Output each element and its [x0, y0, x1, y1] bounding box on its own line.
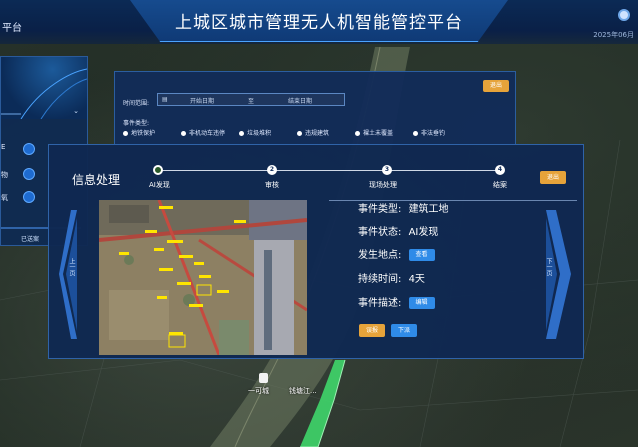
- document-icon: [23, 143, 35, 155]
- time-range-label: 时间范围:: [123, 100, 150, 107]
- edit-description-button[interactable]: 编辑: [408, 297, 435, 309]
- chevron-down-icon[interactable]: ⌄: [73, 107, 79, 115]
- duration-label: 持续时间:: [358, 274, 402, 285]
- globe-graphic: ⌄: [1, 57, 87, 119]
- page-title: 上城区城市管理无人机智能管控平台: [175, 13, 463, 33]
- location-label: 发生地点:: [358, 250, 402, 261]
- step-4-dot: 4: [495, 165, 505, 175]
- map-label-2: 钱塘江...: [289, 387, 317, 395]
- search-exit-button[interactable]: 退出: [483, 80, 509, 92]
- info-processing-dialog: 信息处理 退出 2 3 4 AI发现 审核 现场处理 结案 上一页 下一页 事件…: [48, 144, 584, 359]
- start-date-placeholder: 开始日期: [190, 98, 215, 105]
- dialog-title: 信息处理: [72, 173, 121, 187]
- next-page-label: 下一页: [545, 258, 552, 276]
- event-status-row: 事件状态: AI发现: [358, 223, 438, 238]
- sent-cases-button[interactable]: 已送案: [17, 234, 43, 243]
- duration-value: 4天: [408, 274, 425, 285]
- end-date-placeholder: 结束日期: [288, 98, 313, 105]
- event-type-value: 建筑工地: [408, 204, 449, 215]
- step-3-dot: 3: [382, 165, 392, 175]
- search-filter-panel: 时间范围: ▤ 开始日期 至 结束日期 退出 事件类型: 地铁保护 非机动车违停…: [114, 71, 516, 145]
- next-page-button[interactable]: 下一页: [545, 210, 571, 339]
- top-header: 上城区城市管理无人机智能管控平台 平台 2025年06月: [0, 0, 638, 44]
- aerial-photo[interactable]: [99, 200, 307, 355]
- false-alarm-button[interactable]: 误报: [359, 324, 385, 337]
- event-type-label: 事件类型:: [123, 120, 150, 127]
- event-type-row: 事件类型: 建筑工地: [358, 200, 449, 215]
- left-tag-3: 氧: [1, 194, 8, 202]
- stepper-line: [158, 170, 500, 171]
- event-status-value: AI发现: [408, 227, 439, 238]
- type-radio-4[interactable]: 违规建筑: [297, 128, 329, 137]
- map-label-1: 一可城: [248, 387, 269, 395]
- step-3-label: 现场处理: [369, 181, 397, 189]
- prev-page-label: 上一页: [68, 258, 75, 276]
- event-status-label: 事件状态:: [358, 227, 402, 238]
- step-2-label: 审核: [265, 181, 279, 189]
- location-row: 发生地点: 查看: [358, 246, 435, 261]
- left-tag-1: E: [1, 143, 6, 151]
- target-icon: [23, 168, 35, 180]
- step-4-label: 结案: [493, 181, 507, 189]
- user-avatar-icon[interactable]: [618, 9, 630, 21]
- event-type-label: 事件类型:: [358, 204, 402, 215]
- map-marker-icon[interactable]: [259, 373, 268, 383]
- type-radio-2[interactable]: 非机动车违停: [181, 128, 225, 137]
- type-radio-6[interactable]: 非法垂钓: [413, 128, 445, 137]
- description-row: 事件描述: 编辑: [358, 294, 435, 309]
- flame-icon: [23, 191, 35, 203]
- step-2-dot: 2: [267, 165, 277, 175]
- dispatch-button[interactable]: 下派: [391, 324, 417, 337]
- header-left-text: 平台: [2, 23, 22, 34]
- type-radio-3[interactable]: 垃圾堆积: [239, 128, 271, 137]
- date-separator: 至: [248, 98, 255, 105]
- calendar-icon: ▤: [162, 96, 168, 103]
- header-date: 2025年06月: [593, 31, 634, 39]
- description-label: 事件描述:: [358, 298, 402, 309]
- view-location-button[interactable]: 查看: [408, 249, 435, 261]
- duration-row: 持续时间: 4天: [358, 270, 425, 285]
- date-range-input[interactable]: ▤ 开始日期 至 结束日期: [157, 93, 345, 106]
- type-radio-1[interactable]: 地铁保护: [123, 128, 155, 137]
- type-radio-5[interactable]: 裸土未覆盖: [355, 128, 393, 137]
- prev-page-button[interactable]: 上一页: [59, 210, 77, 339]
- dialog-exit-button[interactable]: 退出: [540, 171, 566, 184]
- step-1-dot: [153, 165, 163, 175]
- left-tag-2: 物: [1, 171, 8, 179]
- step-1-label: AI发现: [149, 181, 170, 189]
